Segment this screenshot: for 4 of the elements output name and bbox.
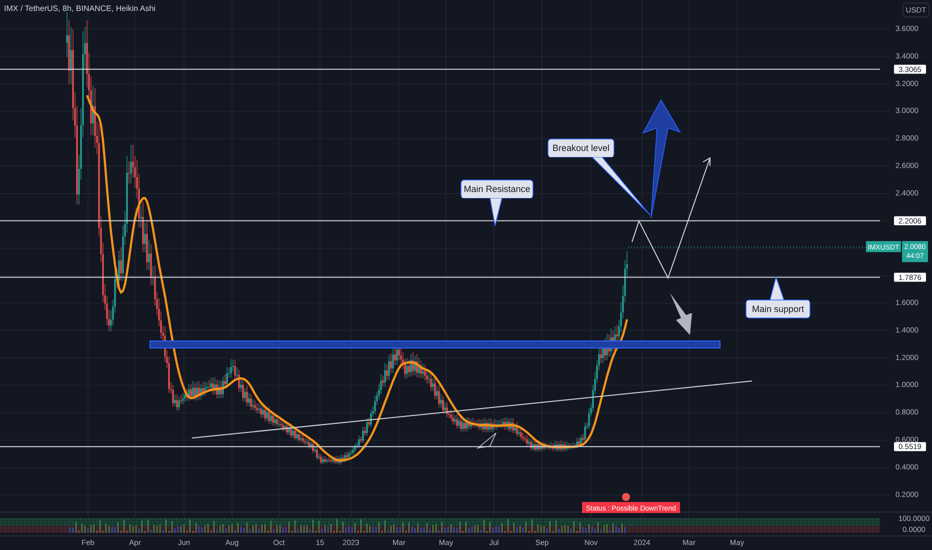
chart-title: IMX / TetherUS, 8h, BINANCE, Heikin Ashi	[4, 4, 156, 13]
callout-label: Main Resistance	[460, 180, 534, 226]
callout-label: Breakout level	[548, 138, 650, 216]
callout-label: Main support	[746, 276, 810, 318]
